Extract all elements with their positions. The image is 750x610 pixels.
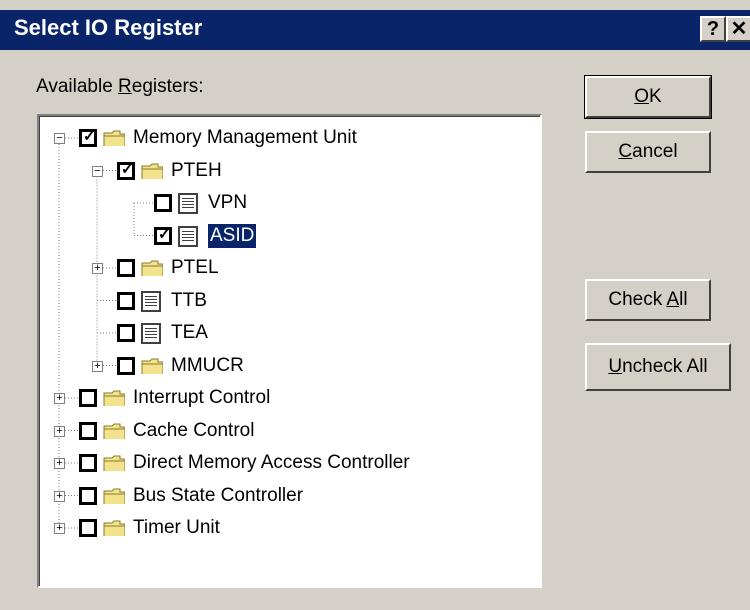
tree-checkbox[interactable] [154, 194, 172, 212]
tree-checkbox[interactable] [79, 486, 97, 505]
tree-node-label[interactable]: Interrupt Control [133, 386, 270, 410]
folder-icon [103, 130, 125, 146]
collapse-icon[interactable]: − [92, 165, 103, 177]
tree-checkbox[interactable] [79, 519, 97, 537]
folder-icon [103, 423, 125, 439]
expand-icon[interactable]: + [92, 360, 103, 372]
expand-icon[interactable]: + [54, 458, 65, 469]
checkmark-icon: ✓ [121, 160, 134, 178]
check-all-button[interactable]: Check All [585, 279, 711, 321]
expand-icon[interactable]: + [54, 393, 65, 404]
uncheck-all-button[interactable]: Uncheck All [585, 343, 731, 391]
ok-button-label: OK [634, 86, 662, 107]
tree-connector-lines [58, 137, 154, 529]
register-icon [178, 225, 198, 247]
register-tree[interactable]: − ✓ Memory Management Unit − ✓ PTEH VPN ✓ ASID + P… [37, 114, 542, 588]
available-registers-label: Available Registers: [36, 76, 204, 97]
tree-checkbox[interactable] [79, 421, 97, 440]
uncheck-all-button-label: Uncheck All [608, 356, 708, 377]
folder-icon [141, 260, 163, 276]
expand-icon[interactable]: + [92, 263, 103, 274]
register-icon [141, 323, 161, 344]
folder-icon [103, 390, 125, 406]
tree-checkbox[interactable] [79, 454, 97, 472]
tree-node-label[interactable]: TTB [171, 289, 207, 313]
tree-checkbox[interactable]: ✓ [117, 160, 135, 180]
expand-icon[interactable]: + [54, 425, 65, 437]
folder-icon [141, 163, 163, 179]
expand-icon[interactable]: + [54, 523, 65, 534]
tree-checkbox[interactable] [117, 324, 135, 342]
check-all-button-label: Check All [608, 289, 688, 310]
collapse-icon[interactable]: − [54, 133, 65, 144]
window-title: Select IO Register [14, 15, 203, 40]
folder-icon [141, 358, 163, 374]
tree-checkbox[interactable]: ✓ [154, 225, 172, 245]
close-icon: ✕ [730, 18, 748, 40]
checkmark-icon: ✓ [158, 225, 171, 243]
tree-node-label[interactable]: PTEL [171, 256, 219, 280]
tree-checkbox[interactable] [117, 291, 135, 310]
tree-node-label[interactable]: ASID [206, 222, 258, 249]
checkmark-icon: ✓ [83, 128, 96, 145]
folder-icon [103, 488, 125, 504]
folder-icon [103, 455, 125, 471]
tree-node-label[interactable]: Memory Management Unit [133, 126, 357, 150]
tree-checkbox[interactable]: ✓ [79, 128, 97, 147]
tree-node-label[interactable]: Bus State Controller [133, 484, 303, 508]
cancel-button[interactable]: Cancel [585, 131, 711, 173]
title-bar[interactable]: Select IO Register ? ✕ [0, 10, 750, 50]
folder-icon [103, 520, 125, 536]
tree-node-label[interactable]: Cache Control [133, 419, 254, 443]
expand-icon[interactable]: + [54, 490, 65, 502]
tree-node-label[interactable]: MMUCR [171, 354, 244, 378]
select-io-register-dialog: Select IO Register ? ✕ Available Registe… [0, 0, 750, 610]
register-icon [141, 290, 161, 312]
close-button[interactable]: ✕ [726, 16, 750, 42]
tree-checkbox[interactable] [79, 389, 97, 407]
tree-checkbox[interactable] [117, 356, 135, 375]
tree-node-label[interactable]: Timer Unit [133, 516, 220, 540]
tree-node-label[interactable]: TEA [171, 321, 208, 345]
register-icon [178, 193, 198, 214]
tree-node-label[interactable]: PTEH [171, 159, 222, 183]
ok-button[interactable]: OK [584, 75, 712, 119]
cancel-button-label: Cancel [618, 141, 678, 162]
tree-checkbox[interactable] [117, 259, 135, 277]
tree-node-label[interactable]: Direct Memory Access Controller [133, 451, 410, 475]
tree-node-label[interactable]: VPN [208, 191, 247, 215]
help-button[interactable]: ? [700, 16, 726, 42]
question-mark-icon: ? [706, 18, 720, 40]
